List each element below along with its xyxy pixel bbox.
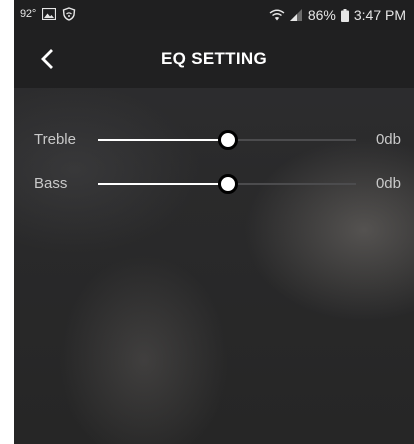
status-left: 92° bbox=[20, 7, 76, 21]
treble-row: Treble 0db bbox=[14, 125, 414, 155]
battery-icon bbox=[340, 8, 349, 22]
clock-text: 3:47 PM bbox=[353, 7, 406, 23]
status-right: 86% 3:47 PM bbox=[269, 7, 406, 23]
chevron-left-icon bbox=[40, 49, 54, 69]
bass-slider-fill bbox=[98, 183, 227, 185]
back-button[interactable] bbox=[32, 44, 62, 74]
bass-slider-thumb[interactable] bbox=[218, 174, 238, 194]
shield-wifi-icon bbox=[62, 7, 76, 21]
app-screen: 92° 86% 3:47 PM EQ SETTING Treble 0db Ba… bbox=[14, 0, 414, 444]
treble-slider-fill bbox=[98, 139, 227, 141]
bass-row: Bass 0db bbox=[14, 169, 414, 199]
bass-slider[interactable] bbox=[98, 174, 356, 194]
image-icon bbox=[41, 7, 57, 21]
battery-percent-text: 86% bbox=[307, 7, 336, 23]
header-bar: EQ SETTING bbox=[14, 30, 414, 88]
status-bar: 92° 86% 3:47 PM bbox=[14, 0, 414, 30]
wifi-icon bbox=[269, 9, 285, 21]
bass-label: Bass bbox=[34, 175, 68, 192]
treble-label: Treble bbox=[34, 131, 76, 148]
temperature-text: 92° bbox=[20, 8, 37, 20]
signal-icon bbox=[289, 9, 303, 21]
page-title: EQ SETTING bbox=[161, 49, 267, 68]
treble-value: 0db bbox=[375, 131, 401, 148]
treble-slider[interactable] bbox=[98, 130, 356, 150]
bass-value: 0db bbox=[375, 175, 401, 192]
treble-slider-thumb[interactable] bbox=[218, 130, 238, 150]
